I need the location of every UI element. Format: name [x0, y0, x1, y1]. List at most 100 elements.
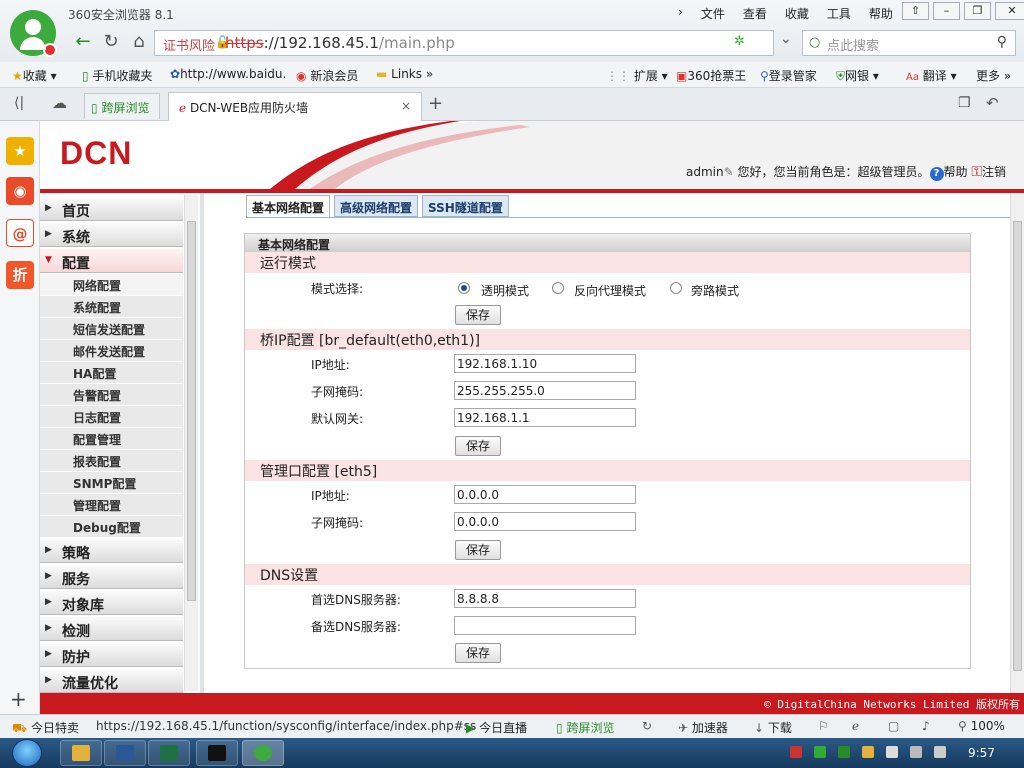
nav-sub-mgmt[interactable]: 管理配置: [40, 494, 183, 516]
accelerator[interactable]: ✈ 加速器: [678, 719, 728, 736]
downloads[interactable]: ↓ 下载: [754, 719, 792, 736]
menu-favorites[interactable]: 收藏: [785, 5, 809, 22]
speed-icon[interactable]: ✲: [734, 34, 745, 49]
nav-sub-debug[interactable]: Debug配置: [40, 516, 183, 538]
undo-icon[interactable]: ↶: [986, 94, 999, 112]
tray-shield-icon[interactable]: [838, 746, 850, 758]
tray-input-icon[interactable]: [862, 746, 874, 758]
bookmark-more[interactable]: 更多 »: [976, 67, 1011, 84]
taskbar-explorer[interactable]: [60, 740, 102, 766]
nav-sub-config-mgmt[interactable]: 配置管理: [40, 428, 183, 450]
home-icon[interactable]: ⌂: [126, 29, 152, 55]
search-icon[interactable]: ⚲: [997, 34, 1007, 50]
bookmark-extensions[interactable]: ⋮⋮ 扩展 ▾: [606, 67, 668, 84]
ie-icon[interactable]: ℯ: [852, 719, 859, 733]
taskbar-word[interactable]: [104, 740, 146, 766]
bookmark-tickets[interactable]: ▣360抢票王: [676, 67, 746, 84]
search-input[interactable]: 点此搜索: [827, 35, 879, 54]
address-bar[interactable]: 证书风险 🔓 https://192.168.45.1/main.php: [154, 30, 774, 56]
add-icon[interactable]: +: [10, 687, 27, 711]
tab-dcn-waf[interactable]: ℯ DCN-WEB应用防火墙 ×: [168, 92, 422, 121]
taskbar-cmd[interactable]: [196, 740, 238, 766]
cloud-icon[interactable]: ☁: [52, 94, 67, 112]
tray-app-icon[interactable]: [790, 746, 802, 758]
minimize-button[interactable]: –: [933, 2, 960, 20]
nav-item-detect[interactable]: ▶ 检测: [40, 617, 183, 641]
nav-sub-log[interactable]: 日志配置: [40, 406, 183, 428]
radio-transparent[interactable]: [458, 282, 470, 294]
nav-sub-mail[interactable]: 邮件发送配置: [40, 340, 183, 362]
cross-screen[interactable]: ▯ 跨屏浏览: [556, 719, 614, 736]
menu-view[interactable]: 查看: [743, 5, 767, 22]
tab-ssh-tunnel[interactable]: SSH隧道配置: [422, 195, 509, 217]
sidebar-toggle-icon[interactable]: ⟨|: [14, 95, 24, 111]
nav-sub-system[interactable]: 系统配置: [40, 296, 183, 318]
nav-sub-alarm[interactable]: 告警配置: [40, 384, 183, 406]
window-icon[interactable]: ▢: [888, 719, 899, 733]
menu-chevron-icon[interactable]: ›: [678, 5, 683, 22]
tab-advanced-network[interactable]: 高级网络配置: [334, 195, 419, 217]
nav-sub-network[interactable]: 网络配置: [40, 274, 183, 296]
help-link[interactable]: 帮助: [944, 165, 968, 179]
zoom[interactable]: ⚲ 100%: [958, 719, 1005, 733]
nav-item-config[interactable]: ▼ 配置: [40, 249, 183, 273]
bookmark-favorites[interactable]: ★收藏 ▾: [12, 67, 57, 84]
menu-help[interactable]: 帮助: [869, 5, 893, 22]
logout-link[interactable]: 注销: [982, 165, 1006, 179]
tab-cross-screen[interactable]: ▯ 跨屏浏览: [84, 93, 160, 119]
search-box[interactable]: ○ 点此搜索 ⚲: [802, 30, 1016, 56]
primary-dns-field[interactable]: 8.8.8.8: [454, 589, 636, 608]
save-run-mode-button[interactable]: 保存: [455, 305, 501, 325]
discount-icon[interactable]: 折: [6, 261, 34, 289]
radio-bypass[interactable]: [670, 282, 682, 294]
nav-item-protect[interactable]: ▶ 防护: [40, 643, 183, 667]
refresh-icon[interactable]: ↻: [98, 29, 124, 55]
tray-flag-icon[interactable]: [886, 746, 898, 758]
gateway-field[interactable]: 192.168.1.1: [454, 408, 636, 427]
bookmark-links[interactable]: ▬ Links »: [376, 67, 433, 81]
menu-tools[interactable]: 工具: [827, 5, 851, 22]
refresh-icon[interactable]: ↻: [642, 719, 652, 733]
search-engine-icon[interactable]: ○: [809, 35, 820, 50]
save-dns-button[interactable]: 保存: [455, 643, 501, 663]
nav-item-service[interactable]: ▶ 服务: [40, 565, 183, 589]
mail-icon[interactable]: @: [6, 219, 34, 247]
mgmt-mask-field[interactable]: 0.0.0.0: [454, 512, 636, 531]
nav-sub-sms[interactable]: 短信发送配置: [40, 318, 183, 340]
option-bypass[interactable]: 旁路模式: [691, 282, 739, 299]
save-mgmt-button[interactable]: 保存: [455, 540, 501, 560]
pin-icon[interactable]: ⇧: [902, 2, 929, 20]
key-icon[interactable]: ⚿: [971, 164, 982, 180]
tray-volume-icon[interactable]: [934, 746, 946, 758]
help-icon[interactable]: ?: [929, 167, 944, 181]
bridge-ip-field[interactable]: 192.168.1.10: [454, 354, 636, 373]
nav-sub-snmp[interactable]: SNMP配置: [40, 472, 183, 494]
nav-item-policy[interactable]: ▶ 策略: [40, 539, 183, 563]
tray-security-icon[interactable]: [814, 746, 826, 758]
weibo-icon[interactable]: ◉: [6, 177, 34, 205]
bookmark-bank[interactable]: ⛨网银 ▾: [836, 67, 879, 84]
bookmark-mobile[interactable]: ▯ 手机收藏夹: [82, 67, 152, 84]
option-reverse-proxy[interactable]: 反向代理模式: [574, 282, 646, 299]
back-arrow-icon[interactable]: ←: [70, 29, 96, 55]
start-button[interactable]: [12, 739, 42, 767]
edit-icon[interactable]: ✎: [724, 165, 734, 179]
bridge-mask-field[interactable]: 255.255.255.0: [454, 381, 636, 400]
today-live[interactable]: ▶ 今日直播: [466, 719, 527, 736]
nav-scrollbar[interactable]: [184, 195, 198, 691]
tray-network-icon[interactable]: [910, 746, 922, 758]
nav-sub-ha[interactable]: HA配置: [40, 362, 183, 384]
content-scroll-thumb[interactable]: [1013, 221, 1022, 671]
bookmark-sina[interactable]: ◉ 新浪会员: [296, 67, 358, 84]
save-bridge-button[interactable]: 保存: [455, 436, 501, 456]
bookmark-baidu[interactable]: ✿http://www.baidu.: [170, 67, 286, 81]
nav-scroll-thumb[interactable]: [187, 221, 196, 601]
restore-tabs-icon[interactable]: ❐: [958, 95, 971, 111]
nav-item-home[interactable]: ▶ 首页: [40, 197, 183, 221]
new-tab-icon[interactable]: +: [428, 93, 443, 114]
mgmt-ip-field[interactable]: 0.0.0.0: [454, 485, 636, 504]
today-deals[interactable]: ⛟ 今日特卖: [12, 719, 79, 737]
nav-item-objects[interactable]: ▶ 对象库: [40, 591, 183, 615]
radio-reverse-proxy[interactable]: [552, 282, 564, 294]
taskbar-clock[interactable]: 9:57: [968, 746, 995, 760]
